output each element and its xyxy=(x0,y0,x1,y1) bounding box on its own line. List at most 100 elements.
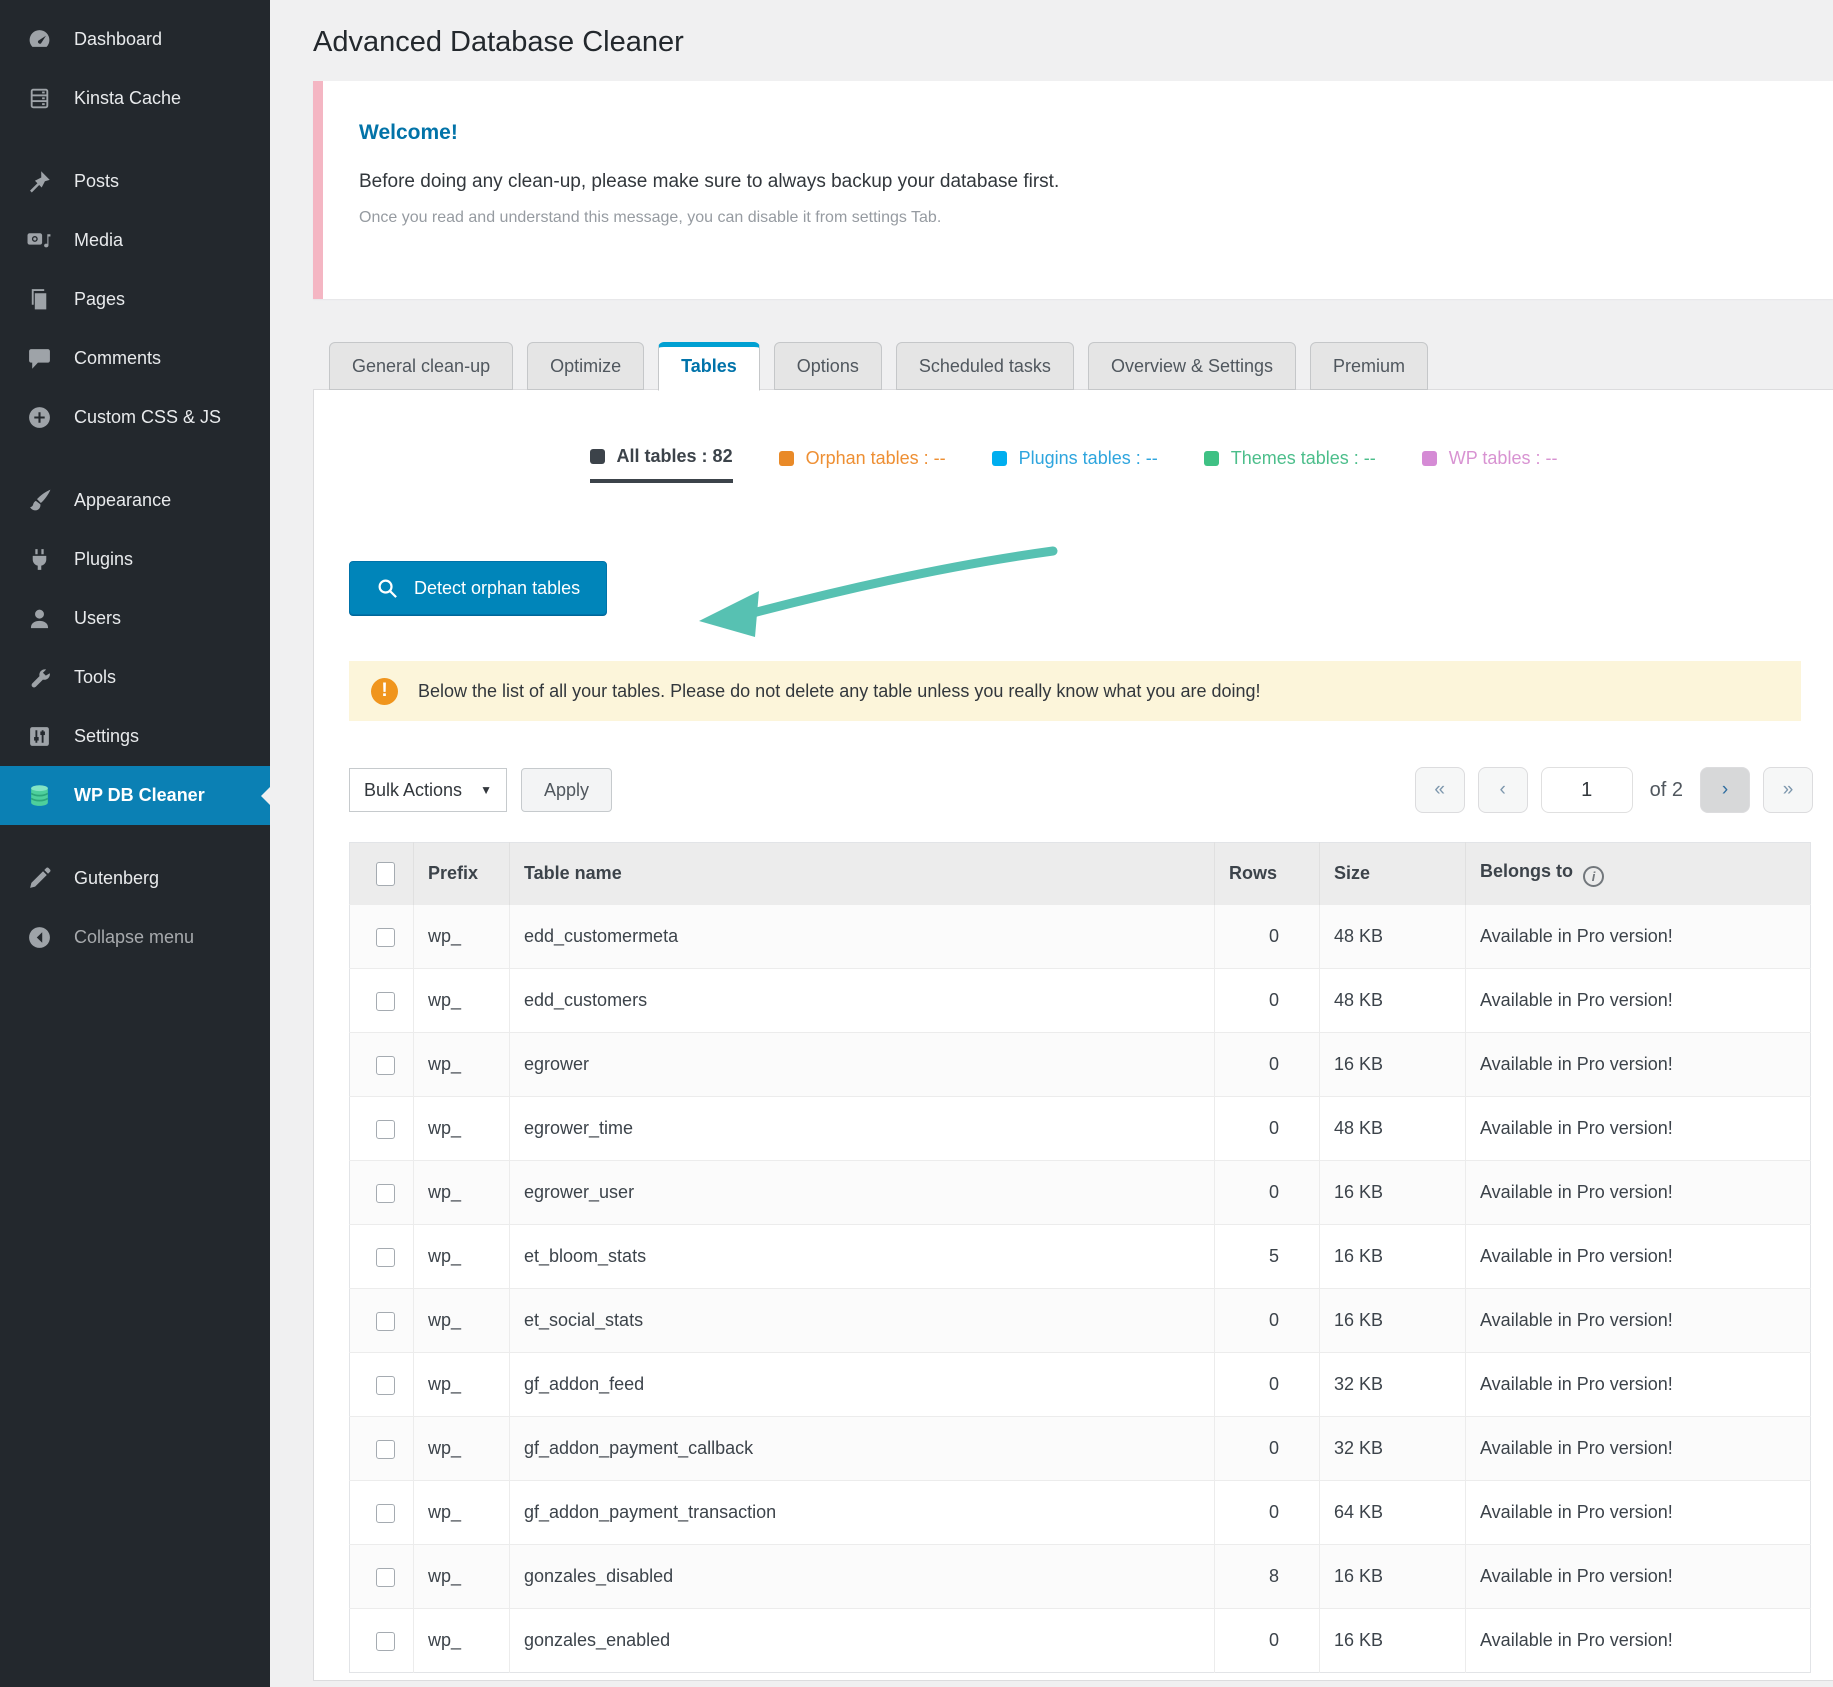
sidebar-item-label: Comments xyxy=(74,348,161,369)
sidebar-item-kinsta-cache[interactable]: Kinsta Cache xyxy=(0,69,270,128)
plug-icon xyxy=(26,547,52,573)
page-title: Advanced Database Cleaner xyxy=(313,0,1833,59)
legend-wp-tables[interactable]: WP tables : -- xyxy=(1422,446,1558,483)
row-checkbox[interactable] xyxy=(376,1504,395,1523)
tab-overview-settings[interactable]: Overview & Settings xyxy=(1088,342,1296,390)
welcome-note: Once you read and understand this messag… xyxy=(359,209,1789,227)
sliders-icon xyxy=(26,724,52,750)
pencil-icon xyxy=(26,866,52,892)
bulk-actions-select[interactable]: Bulk Actions ▼ xyxy=(349,768,507,812)
legend-all-tables[interactable]: All tables : 82 xyxy=(590,446,733,483)
sidebar-item-dashboard[interactable]: Dashboard xyxy=(0,10,270,69)
row-checkbox[interactable] xyxy=(376,1056,395,1075)
database-icon xyxy=(26,783,52,809)
table-header-row: Prefix Table name Rows Size Belongs toi xyxy=(350,843,1811,905)
dashboard-icon xyxy=(26,27,52,53)
cell-rows: 0 xyxy=(1215,905,1320,969)
sidebar-item-label: Posts xyxy=(74,171,119,192)
legend-plugins-tables[interactable]: Plugins tables : -- xyxy=(992,446,1158,483)
row-checkbox[interactable] xyxy=(376,1120,395,1139)
select-all-checkbox[interactable] xyxy=(376,862,395,886)
tab-bar: General clean-up Optimize Tables Options… xyxy=(313,342,1833,390)
cell-size: 64 KB xyxy=(1320,1481,1466,1545)
legend-themes-tables[interactable]: Themes tables : -- xyxy=(1204,446,1376,483)
row-checkbox[interactable] xyxy=(376,1312,395,1331)
detect-orphan-tables-button[interactable]: Detect orphan tables xyxy=(349,561,607,615)
cell-rows: 0 xyxy=(1215,1609,1320,1673)
sidebar-item-label: Media xyxy=(74,230,123,251)
sidebar-item-collapse-menu[interactable]: Collapse menu xyxy=(0,908,270,967)
legend-label: Orphan tables : -- xyxy=(806,448,946,469)
plugins-tables-swatch xyxy=(992,451,1007,466)
sidebar-item-posts[interactable]: Posts xyxy=(0,152,270,211)
sidebar-item-media[interactable]: Media xyxy=(0,211,270,270)
row-checkbox[interactable] xyxy=(376,1632,395,1651)
cell-belongs-to: Available in Pro version! xyxy=(1466,1609,1811,1673)
tab-tables[interactable]: Tables xyxy=(658,342,760,391)
sidebar-item-plugins[interactable]: Plugins xyxy=(0,530,270,589)
cell-belongs-to: Available in Pro version! xyxy=(1466,1225,1811,1289)
row-checkbox[interactable] xyxy=(376,1440,395,1459)
welcome-notice: Welcome! Before doing any clean-up, plea… xyxy=(313,81,1833,299)
cell-size: 32 KB xyxy=(1320,1353,1466,1417)
first-page-button[interactable]: « xyxy=(1415,767,1465,813)
cell-table-name: gf_addon_payment_transaction xyxy=(510,1481,1215,1545)
sidebar-item-label: Dashboard xyxy=(74,29,162,50)
cell-prefix: wp_ xyxy=(414,1481,510,1545)
row-checkbox[interactable] xyxy=(376,992,395,1011)
cell-size: 16 KB xyxy=(1320,1545,1466,1609)
sidebar-item-appearance[interactable]: Appearance xyxy=(0,471,270,530)
sidebar-item-gutenberg[interactable]: Gutenberg xyxy=(0,849,270,908)
main-content: Advanced Database Cleaner Welcome! Befor… xyxy=(270,0,1833,1687)
row-checkbox[interactable] xyxy=(376,1184,395,1203)
cell-rows: 0 xyxy=(1215,1417,1320,1481)
current-page-box[interactable]: 1 xyxy=(1541,767,1633,813)
tab-general-clean-up[interactable]: General clean-up xyxy=(329,342,513,390)
sidebar-item-users[interactable]: Users xyxy=(0,589,270,648)
sidebar-item-label: Tools xyxy=(74,667,116,688)
table-row: wp_ gf_addon_payment_callback 0 32 KB Av… xyxy=(350,1417,1811,1481)
sidebar-item-settings[interactable]: Settings xyxy=(0,707,270,766)
row-checkbox[interactable] xyxy=(376,1376,395,1395)
table-row: wp_ egrower 0 16 KB Available in Pro ver… xyxy=(350,1033,1811,1097)
cell-table-name: edd_customermeta xyxy=(510,905,1215,969)
sidebar-item-custom-css-js[interactable]: Custom CSS & JS xyxy=(0,388,270,447)
apply-button[interactable]: Apply xyxy=(521,768,612,812)
cell-table-name: gf_addon_feed xyxy=(510,1353,1215,1417)
bulk-actions-group: Bulk Actions ▼ Apply xyxy=(349,768,612,812)
last-page-button[interactable]: » xyxy=(1763,767,1813,813)
tab-optimize[interactable]: Optimize xyxy=(527,342,644,390)
tables-panel: All tables : 82 Orphan tables : -- Plugi… xyxy=(313,389,1833,1681)
sidebar-item-label: Appearance xyxy=(74,490,171,511)
cell-table-name: egrower_time xyxy=(510,1097,1215,1161)
cell-rows: 8 xyxy=(1215,1545,1320,1609)
list-controls: Bulk Actions ▼ Apply « ‹ 1 of 2 › » xyxy=(349,767,1813,813)
row-checkbox[interactable] xyxy=(376,1568,395,1587)
cell-rows: 0 xyxy=(1215,1289,1320,1353)
sidebar-item-comments[interactable]: Comments xyxy=(0,329,270,388)
legend-orphan-tables[interactable]: Orphan tables : -- xyxy=(779,446,946,483)
tab-scheduled-tasks[interactable]: Scheduled tasks xyxy=(896,342,1074,390)
cell-size: 16 KB xyxy=(1320,1609,1466,1673)
sidebar-item-wp-db-cleaner[interactable]: WP DB Cleaner xyxy=(0,766,270,825)
previous-page-button[interactable]: ‹ xyxy=(1478,767,1528,813)
next-page-button[interactable]: › xyxy=(1700,767,1750,813)
cell-belongs-to: Available in Pro version! xyxy=(1466,1289,1811,1353)
tab-premium[interactable]: Premium xyxy=(1310,342,1428,390)
plus-circle-icon xyxy=(26,405,52,431)
row-checkbox[interactable] xyxy=(376,1248,395,1267)
detect-button-label: Detect orphan tables xyxy=(414,578,580,599)
table-row: wp_ egrower_user 0 16 KB Available in Pr… xyxy=(350,1161,1811,1225)
cell-prefix: wp_ xyxy=(414,1225,510,1289)
cell-size: 48 KB xyxy=(1320,905,1466,969)
cell-prefix: wp_ xyxy=(414,905,510,969)
cell-table-name: et_bloom_stats xyxy=(510,1225,1215,1289)
row-checkbox[interactable] xyxy=(376,928,395,947)
sidebar-item-tools[interactable]: Tools xyxy=(0,648,270,707)
info-icon[interactable]: i xyxy=(1583,866,1604,887)
sidebar-item-pages[interactable]: Pages xyxy=(0,270,270,329)
orphan-tables-swatch xyxy=(779,451,794,466)
table-row: wp_ gf_addon_payment_transaction 0 64 KB… xyxy=(350,1481,1811,1545)
tab-options[interactable]: Options xyxy=(774,342,882,390)
header-belongs-to: Belongs toi xyxy=(1466,843,1811,905)
